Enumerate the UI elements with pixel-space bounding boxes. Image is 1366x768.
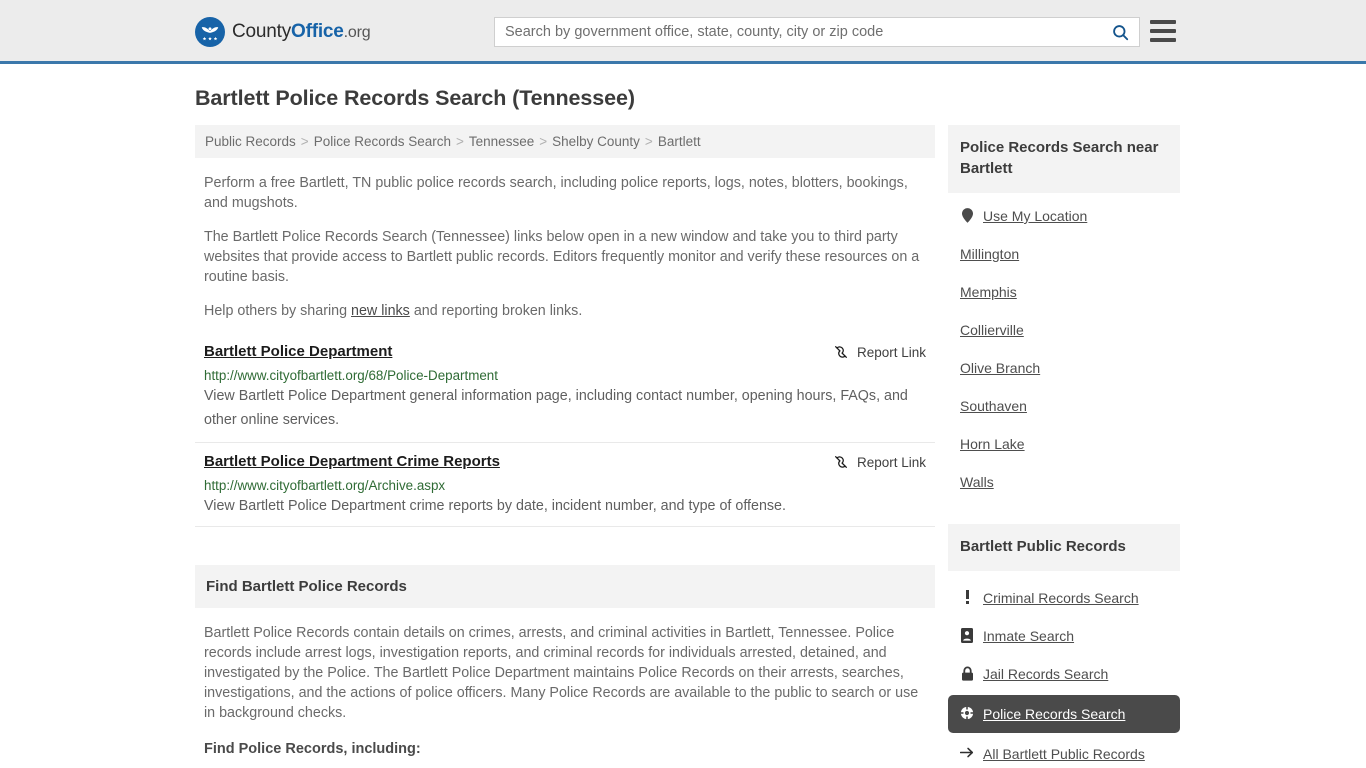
result-title-link[interactable]: Bartlett Police Department Crime Reports [204,453,500,470]
search-icon [1111,23,1130,42]
logo-text-org: .org [343,24,371,41]
exclamation-icon [960,588,974,605]
share-text-before: Help others by sharing [204,303,352,319]
sidebar-item-use-my-location[interactable]: Use My Location [948,197,1180,235]
public-record-link[interactable]: Police Records Search [983,704,1125,724]
site-logo[interactable]: CountyOffice.org [195,17,371,47]
nearby-place-link[interactable]: Southaven [960,396,1027,416]
page-body: Bartlett Police Records Search (Tennesse… [0,64,1366,768]
sidebar-item-jail-records-search[interactable]: Jail Records Search [948,655,1180,693]
use-my-location-link[interactable]: Use My Location [983,206,1087,226]
result-header: Bartlett Police Department Crime Reports… [204,453,926,470]
breadcrumb-item-bartlett[interactable]: Bartlett [658,134,701,149]
find-records-paragraph: Bartlett Police Records contain details … [204,625,919,721]
logo-text-office: Office [291,21,344,42]
nearby-place-link[interactable]: Olive Branch [960,358,1040,378]
report-link-button[interactable]: Report Link [833,453,926,470]
search-bar [494,17,1140,47]
sidebar: Police Records Search near Bartlett Use … [948,125,1180,768]
breadcrumb-separator: > [644,134,653,149]
result-title-link[interactable]: Bartlett Police Department [204,343,392,360]
sidebar-item-olive-branch[interactable]: Olive Branch [948,349,1180,387]
lock-icon [960,664,974,681]
nearby-place-link[interactable]: Millington [960,244,1019,264]
map-pin-icon [960,206,974,223]
logo-wordmark: CountyOffice.org [232,21,371,43]
nearby-place-link[interactable]: Memphis [960,282,1017,302]
broken-link-icon [833,344,849,360]
public-record-link[interactable]: Criminal Records Search [983,588,1139,608]
breadcrumb-separator: > [539,134,548,149]
breadcrumb-item-police-records-search[interactable]: Police Records Search [314,134,451,149]
sidebar-nearby-list: Use My Location Millington Memphis Colli… [948,193,1180,501]
report-link-label: Report Link [856,344,926,360]
public-record-link[interactable]: All Bartlett Public Records (Tennessee) [983,744,1170,768]
sidebar-item-memphis[interactable]: Memphis [948,273,1180,311]
report-link-button[interactable]: Report Link [833,343,926,360]
site-header: CountyOffice.org [0,0,1366,64]
result-url[interactable]: http://www.cityofbartlett.org/68/Police-… [204,368,926,383]
hamburger-bar-3 [1150,38,1176,42]
find-records-heading: Find Bartlett Police Records [195,565,935,608]
share-text-after: and reporting broken links. [409,303,583,319]
sidebar-item-criminal-records-search[interactable]: Criminal Records Search [948,579,1180,617]
hamburger-menu-icon[interactable] [1150,20,1176,42]
report-link-label: Report Link [856,454,926,470]
find-records-body: Bartlett Police Records contain details … [195,608,935,768]
sidebar-item-southaven[interactable]: Southaven [948,387,1180,425]
result-description: View Bartlett Police Department general … [204,388,908,428]
find-records-subheading: Find Police Records, including: [204,741,421,757]
result-header: Bartlett Police Department Report Link [204,343,926,360]
result-item: Bartlett Police Department Report Link h… [195,335,935,443]
breadcrumb-item-public-records[interactable]: Public Records [205,134,296,149]
sidebar-public-records-list: Criminal Records Search Inmate Search Ja… [948,571,1180,768]
eagle-seal-logo-icon [195,17,225,47]
result-description: View Bartlett Police Department crime re… [204,498,786,514]
public-record-link[interactable]: Inmate Search [983,626,1074,646]
arrow-right-icon [960,744,974,759]
result-url[interactable]: http://www.cityofbartlett.org/Archive.as… [204,478,926,493]
content-columns: Public Records > Police Records Search > Ten… [0,125,1366,768]
id-badge-icon [960,626,974,643]
sidebar-item-horn-lake[interactable]: Horn Lake [948,425,1180,463]
search-input[interactable] [495,18,1101,46]
intro-paragraph-2: The Bartlett Police Records Search (Tenn… [204,229,920,285]
sidebar-item-all-public-records[interactable]: All Bartlett Public Records (Tennessee) [948,735,1180,768]
page-title: Bartlett Police Records Search (Tennesse… [195,86,635,110]
police-badge-icon [960,704,974,720]
search-button[interactable] [1101,18,1139,46]
public-record-link[interactable]: Jail Records Search [983,664,1108,684]
sidebar-item-inmate-search[interactable]: Inmate Search [948,617,1180,655]
hamburger-bar-2 [1150,29,1176,33]
sidebar-nearby-heading: Police Records Search near Bartlett [948,125,1180,193]
sidebar-item-millington[interactable]: Millington [948,235,1180,273]
intro-paragraph-1: Perform a free Bartlett, TN public polic… [204,175,908,211]
sidebar-item-police-records-search[interactable]: Police Records Search [948,695,1180,733]
broken-link-icon [833,454,849,470]
breadcrumb-item-shelby-county[interactable]: Shelby County [552,134,640,149]
sidebar-item-walls[interactable]: Walls [948,463,1180,501]
nearby-place-link[interactable]: Horn Lake [960,434,1025,454]
main-column: Public Records > Police Records Search > Ten… [195,125,935,768]
sidebar-public-records-heading: Bartlett Public Records [948,524,1180,571]
breadcrumb: Public Records > Police Records Search > Ten… [195,125,935,158]
sidebar-item-collierville[interactable]: Collierville [948,311,1180,349]
hamburger-bar-1 [1150,20,1176,24]
breadcrumb-item-tennessee[interactable]: Tennessee [469,134,534,149]
nearby-place-link[interactable]: Collierville [960,320,1024,340]
new-links-link[interactable]: new links [351,303,410,319]
logo-text-county: County [232,21,292,42]
breadcrumb-separator: > [300,134,309,149]
intro-paragraph-3: Help others by sharing new links and rep… [195,301,935,321]
nearby-place-link[interactable]: Walls [960,472,994,492]
result-item: Bartlett Police Department Crime Reports… [195,445,935,527]
breadcrumb-separator: > [456,134,464,149]
